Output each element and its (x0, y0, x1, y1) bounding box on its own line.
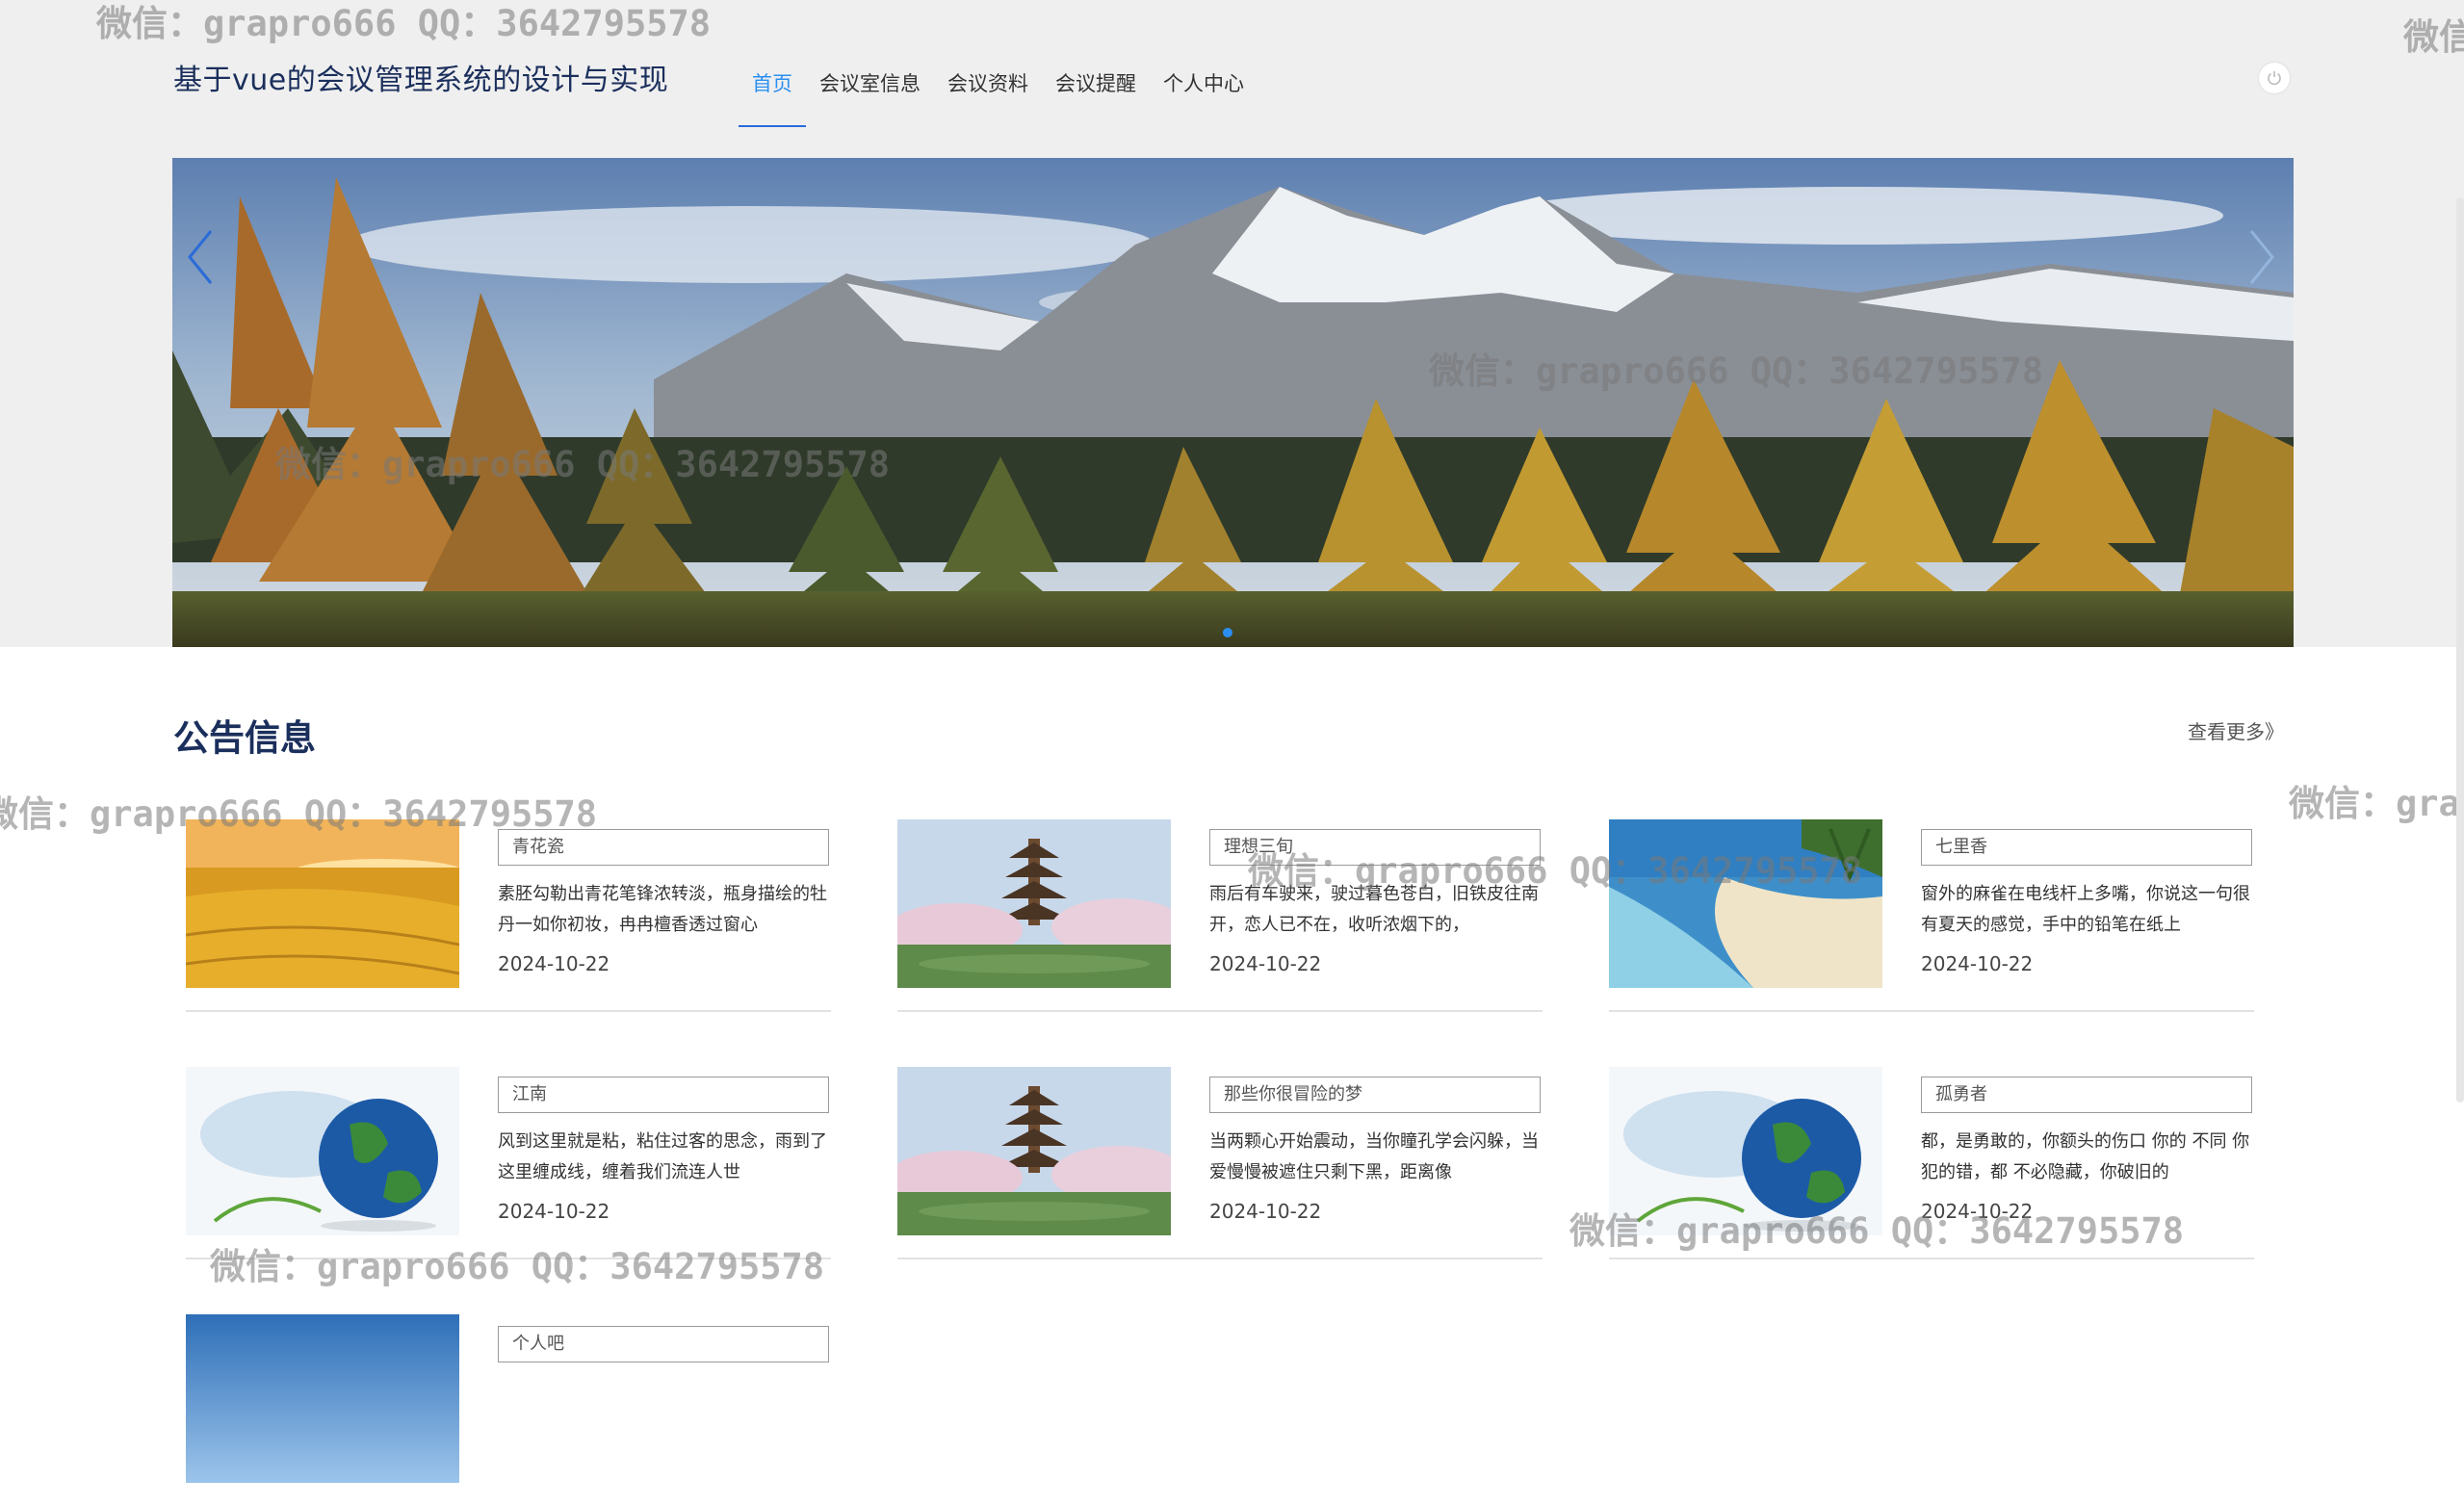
card-excerpt: 窗外的麻雀在电线杆上多嘴，你说这一句很有夏天的感觉，手中的铅笔在纸上 (1921, 884, 2250, 935)
card-date: 2024-10-22 (498, 1200, 610, 1223)
card-title[interactable]: 七里香 (1921, 829, 2252, 866)
card-excerpt: 素胚勾勒出青花笔锋浓转淡，瓶身描绘的牡丹一如你初妆，冉冉檀香透过窗心 (498, 884, 827, 935)
announcement-card[interactable]: 江南 风到这里就是粘，粘住过客的思念，雨到了这里缠成线，缠着我们流连人世 202… (186, 1067, 831, 1259)
site-title[interactable]: 基于vue的会议管理系统的设计与实现 (173, 56, 668, 98)
nav-item-home[interactable]: 首页 (739, 39, 806, 127)
nav-item-meeting-materials[interactable]: 会议资料 (934, 39, 1042, 127)
card-excerpt: 雨后有车驶来，驶过暮色苍白，旧铁皮往南开，恋人已不在，收听浓烟下的， (1209, 884, 1539, 935)
card-title[interactable]: 青花瓷 (498, 829, 829, 866)
thumbnail-sky (186, 1314, 459, 1483)
card-date: 2024-10-22 (1921, 1200, 2034, 1223)
watermark: 微信：gra (2289, 783, 2460, 824)
section-title-announcements: 公告信息 (173, 717, 316, 759)
announcement-card[interactable]: 那些你很冒险的梦 当两颗心开始震动，当你瞳孔学会闪躲，当爱慢慢被遮住只剩下黑，距… (897, 1067, 1543, 1259)
card-title[interactable]: 理想三旬 (1209, 829, 1541, 866)
announcement-card[interactable]: 个人吧 (186, 1314, 831, 1505)
view-more-link[interactable]: 查看更多》 (2188, 716, 2284, 744)
thumbnail-beach (1609, 819, 1882, 988)
carousel-dots (1223, 628, 1232, 637)
carousel-prev-icon[interactable] (182, 223, 220, 291)
card-date: 2024-10-22 (498, 952, 610, 975)
nav-item-profile[interactable]: 个人中心 (1150, 39, 1258, 127)
nav-item-meeting-rooms[interactable]: 会议室信息 (806, 39, 934, 127)
thumbnail-globe (1609, 1067, 1882, 1235)
carousel-next-icon[interactable] (2242, 223, 2280, 291)
card-excerpt: 风到这里就是粘，粘住过客的思念，雨到了这里缠成线，缠着我们流连人世 (498, 1131, 827, 1182)
thumbnail-wheat-field (186, 819, 459, 988)
announcement-card[interactable]: 七里香 窗外的麻雀在电线杆上多嘴，你说这一句很有夏天的感觉，手中的铅笔在纸上 2… (1609, 819, 2254, 1012)
card-title[interactable]: 孤勇者 (1921, 1077, 2252, 1113)
announcement-card[interactable]: 孤勇者 都，是勇敢的，你额头的伤口 你的 不同 你犯的错，都 不必隐藏，你破旧的… (1609, 1067, 2254, 1259)
card-title[interactable]: 江南 (498, 1077, 829, 1113)
header: 基于vue的会议管理系统的设计与实现 首页 会议室信息 会议资料 会议提醒 个人… (0, 0, 2464, 154)
banner-carousel[interactable] (172, 158, 2294, 647)
announcement-card[interactable]: 理想三旬 雨后有车驶来，驶过暮色苍白，旧铁皮往南开，恋人已不在，收听浓烟下的， … (897, 819, 1543, 1012)
thumbnail-globe (186, 1067, 459, 1235)
power-icon (2268, 71, 2281, 86)
carousel-dot-1[interactable] (1223, 628, 1232, 637)
logout-button[interactable] (2259, 63, 2290, 93)
card-excerpt: 当两颗心开始震动，当你瞳孔学会闪躲，当爱慢慢被遮住只剩下黑，距离像 (1209, 1131, 1539, 1182)
thumbnail-pagoda (897, 1067, 1171, 1235)
page-scrollbar[interactable] (2456, 197, 2464, 1103)
card-date: 2024-10-22 (1209, 952, 1322, 975)
thumbnail-pagoda (897, 819, 1171, 988)
card-date: 2024-10-22 (1209, 1200, 1322, 1223)
card-title[interactable]: 那些你很冒险的梦 (1209, 1077, 1541, 1113)
announcement-card[interactable]: 青花瓷 素胚勾勒出青花笔锋浓转淡，瓶身描绘的牡丹一如你初妆，冉冉檀香透过窗心 2… (186, 819, 831, 1012)
card-date: 2024-10-22 (1921, 952, 2034, 975)
card-title[interactable]: 个人吧 (498, 1326, 829, 1362)
nav-item-meeting-reminders[interactable]: 会议提醒 (1042, 39, 1150, 127)
main-nav: 首页 会议室信息 会议资料 会议提醒 个人中心 (739, 39, 1258, 127)
banner-image-mountains (172, 158, 2294, 647)
card-excerpt: 都，是勇敢的，你额头的伤口 你的 不同 你犯的错，都 不必隐藏，你破旧的 (1921, 1131, 2250, 1182)
